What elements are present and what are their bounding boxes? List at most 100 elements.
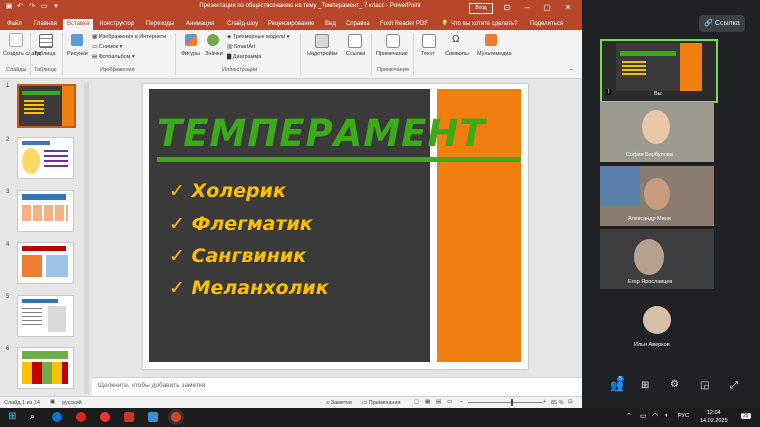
fit-slide-icon[interactable]: ⊡ — [568, 399, 573, 405]
self-tile[interactable]: 1 Вы — [600, 39, 718, 103]
text-box-icon[interactable] — [422, 34, 436, 48]
zoom-slider[interactable] — [468, 402, 542, 403]
spellcheck-icon[interactable]: ▣ — [50, 399, 55, 405]
tab-help[interactable]: Справка — [346, 19, 370, 30]
maximize-button[interactable]: ▢ — [541, 2, 553, 13]
redo-icon[interactable]: ↷ — [28, 3, 36, 11]
table-button[interactable]: Таблица — [34, 51, 56, 57]
ribbon-display-icon[interactable]: ⊡ — [501, 2, 513, 13]
symbols-button[interactable]: Символы — [445, 51, 469, 57]
pip-icon[interactable]: ◲ — [700, 380, 709, 391]
speaker-icon[interactable] — [485, 34, 497, 46]
chart-button[interactable]: ▇ Диаграмма — [227, 54, 261, 60]
addins-button[interactable]: Надстройки — [307, 51, 337, 57]
addins-icon[interactable] — [315, 34, 329, 48]
slide-canvas[interactable]: ТЕМПЕРАМЕНТ ✓ Холерик ✓ Флегматик ✓ Санг… — [143, 84, 528, 369]
windows-start-icon[interactable]: ⊞ — [8, 411, 16, 422]
language-indicator[interactable]: русский — [62, 400, 82, 406]
zoom-slider-thumb[interactable] — [511, 399, 513, 406]
zoom-in-icon[interactable]: + — [543, 399, 546, 405]
screenshot-button[interactable]: ▭ Снимок ▾ — [92, 44, 122, 50]
thumbnail-slide-2[interactable] — [17, 137, 74, 179]
customize-toolbar-icon[interactable]: ▾ — [52, 3, 60, 11]
bullet-item[interactable]: ✓ Флегматик — [169, 213, 313, 235]
participant-tile[interactable]: Егор Ярославцев — [600, 229, 714, 289]
keyboard-language[interactable]: РУС — [678, 413, 689, 419]
photo-album-button[interactable]: ▤ Фотоальбом ▾ — [92, 54, 135, 60]
slideshow-view-icon[interactable]: ▭ — [447, 399, 452, 405]
thumbnail-slide-1[interactable] — [17, 84, 76, 128]
link-icon[interactable] — [348, 34, 362, 48]
notes-pane[interactable]: Щелкните, чтобы добавить заметки — [92, 377, 582, 396]
store-icon[interactable] — [148, 412, 158, 422]
pictures-button[interactable]: Рисунки — [67, 51, 88, 57]
smartart-button[interactable]: ▥ SmartArt — [227, 44, 255, 50]
network-icon[interactable]: ▭ — [640, 412, 647, 420]
tab-review[interactable]: Рецензирование — [268, 19, 314, 30]
copy-link-button[interactable]: 🔗 Ссылка — [699, 15, 745, 32]
search-icon[interactable]: ⌕ — [30, 411, 35, 422]
tab-design[interactable]: Конструктор — [100, 19, 134, 30]
text-button[interactable]: Текст — [421, 51, 435, 57]
close-button[interactable]: ✕ — [562, 2, 574, 13]
edge-icon[interactable] — [52, 412, 62, 422]
slide-title[interactable]: ТЕМПЕРАМЕНТ — [157, 112, 486, 155]
wifi-icon[interactable]: ◠ — [652, 412, 658, 420]
collapse-ribbon-icon[interactable]: ⌃ — [569, 69, 574, 75]
3d-models-button[interactable]: ◈ Трехмерные модели ▾ — [227, 34, 289, 40]
comments-toggle[interactable]: ▭ Примечания — [362, 400, 401, 406]
comment-button[interactable]: Примечание — [376, 51, 408, 57]
multimedia-button[interactable]: Мультимедиа — [477, 51, 512, 57]
thumbnail-slide-6[interactable] — [17, 347, 74, 389]
tab-home[interactable]: Главная — [34, 19, 57, 30]
shapes-button[interactable]: Фигуры — [181, 51, 200, 57]
links-button[interactable]: Ссылки — [346, 51, 365, 57]
bullet-item[interactable]: ✓ Холерик — [169, 180, 286, 202]
thumbnails-scrollbar[interactable] — [84, 82, 89, 394]
fullscreen-icon[interactable]: ⤢ — [730, 380, 738, 391]
tell-me-search[interactable]: Что вы хотите сделать? — [451, 19, 517, 30]
reading-view-icon[interactable]: ▤ — [436, 399, 441, 405]
share-button[interactable]: Поделиться — [530, 19, 563, 30]
thumbnail-slide-3[interactable] — [17, 190, 74, 232]
foxit-icon[interactable] — [124, 412, 134, 422]
yandex-browser-icon[interactable] — [100, 412, 110, 422]
volume-icon[interactable]: ◖ — [664, 412, 668, 419]
participant-tile[interactable]: София Барбулова — [600, 102, 714, 162]
tab-slideshow[interactable]: Слайд-шоу — [227, 19, 258, 30]
pictures-icon[interactable] — [71, 34, 83, 46]
table-icon[interactable] — [39, 34, 53, 48]
minimize-button[interactable]: – — [521, 2, 533, 13]
settings-icon[interactable]: ⚙ — [670, 379, 679, 390]
tab-transitions[interactable]: Переходы — [146, 19, 174, 30]
thumbnail-slide-4[interactable] — [17, 242, 74, 284]
participant-tile[interactable]: Александр Мини — [600, 166, 714, 226]
clock[interactable]: 12:04 14.02.2025 — [700, 409, 728, 425]
tab-view[interactable]: Вид — [325, 19, 336, 30]
tab-insert[interactable]: Вставка — [63, 19, 94, 30]
normal-view-icon[interactable]: ▢ — [414, 399, 419, 405]
bullet-item[interactable]: ✓ Сангвиник — [169, 245, 306, 267]
zoom-out-icon[interactable]: – — [460, 399, 463, 405]
tab-animations[interactable]: Анимация — [186, 19, 214, 30]
tray-arrow-icon[interactable]: ⌃ — [626, 412, 632, 420]
participant-tile[interactable]: Илья Аверков — [600, 292, 714, 352]
notification-badge[interactable]: 29 — [741, 413, 751, 419]
start-show-icon[interactable]: ▭ — [40, 3, 48, 11]
new-slide-icon[interactable] — [9, 33, 23, 47]
tab-file[interactable]: Файл — [7, 19, 22, 30]
layout-icon[interactable]: ⊞ — [641, 380, 649, 391]
save-icon[interactable]: ▣ — [5, 3, 13, 11]
tab-foxit[interactable]: Foxit Reader PDF — [380, 19, 428, 30]
undo-icon[interactable]: ↶ — [16, 3, 24, 11]
zoom-level[interactable]: 85 % — [551, 400, 564, 406]
shapes-icon[interactable] — [185, 34, 197, 46]
online-pictures-button[interactable]: ▦ Изображения в Интернете — [92, 34, 166, 40]
thumbnail-slide-5[interactable] — [17, 295, 74, 337]
comment-icon[interactable] — [386, 34, 400, 48]
icons-icon[interactable] — [207, 34, 219, 46]
opera-icon[interactable] — [76, 412, 86, 422]
icons-button[interactable]: Значки — [205, 51, 223, 57]
sorter-view-icon[interactable]: ▦ — [425, 399, 430, 405]
sign-in-button[interactable]: Вход — [469, 3, 493, 14]
